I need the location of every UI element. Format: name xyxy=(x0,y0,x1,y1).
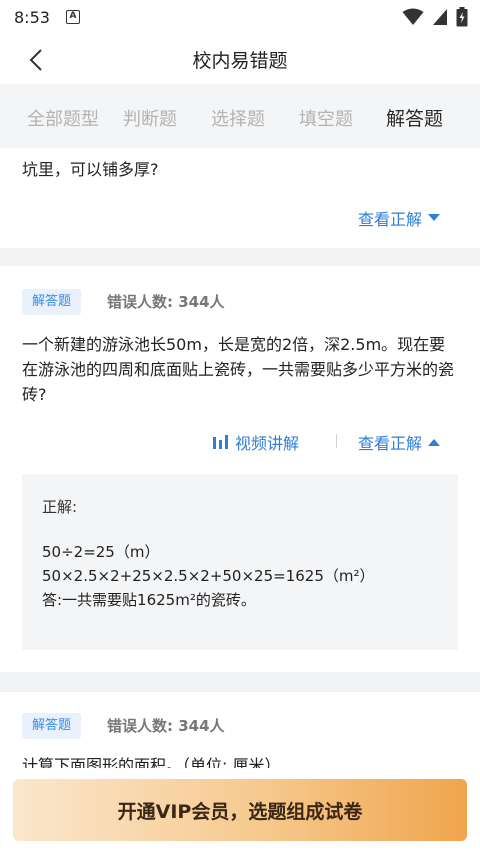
question-type-tabs: 全部题型 判断题 选择题 填空题 解答题 xyxy=(0,84,480,148)
view-answer-label: 查看正解 xyxy=(358,210,423,229)
battery-icon xyxy=(456,7,468,27)
chevron-left-icon xyxy=(29,49,42,71)
status-icons xyxy=(402,7,468,27)
status-bar: 8:53 A xyxy=(0,0,480,34)
tab-multiple-choice[interactable]: 选择题 xyxy=(211,105,265,131)
wifi-icon xyxy=(402,8,424,25)
tab-fill-blank[interactable]: 填空题 xyxy=(299,105,353,131)
status-time: 8:53 xyxy=(14,7,50,27)
wrong-count: 错误人数: 344人 xyxy=(107,293,225,311)
answer-title: 正解: xyxy=(42,498,78,516)
answer-line: 答:一共需要贴1625m²的瓷砖。 xyxy=(42,591,256,609)
question-card: 解答题 错误人数: 344人 一个新建的游泳池长50m，长是宽的2倍，深2.5m… xyxy=(0,266,480,672)
footer-bar: 开通VIP会员，选题组成试卷 xyxy=(0,768,480,853)
view-answer-button[interactable]: 查看正解 xyxy=(358,206,441,230)
answer-line: 50÷2=25（m） xyxy=(42,543,160,561)
tab-all-types[interactable]: 全部题型 xyxy=(27,105,99,131)
question-card: 解答题 错误人数: 344人 计算下面图形的面积。（单位: 厘米） xyxy=(0,692,480,768)
answer-line: 50×2.5×2+25×2.5×2+50×25=1625（m²） xyxy=(42,567,375,585)
hide-answer-button[interactable]: 查看正解 xyxy=(358,430,441,454)
divider xyxy=(336,434,337,448)
question-list[interactable]: 坑里，可以铺多厚? 查看正解 解答题 错误人数: 344人 一个新建的游泳池长5… xyxy=(0,148,480,768)
back-button[interactable] xyxy=(22,46,50,74)
view-answer-label: 查看正解 xyxy=(358,434,423,453)
nav-bar: 校内易错题 xyxy=(0,34,480,84)
caret-down-icon xyxy=(428,214,441,221)
question-card: 坑里，可以铺多厚? 查看正解 xyxy=(0,148,480,248)
tab-true-false[interactable]: 判断题 xyxy=(123,105,177,131)
video-explanation-label: 视频讲解 xyxy=(235,434,300,453)
audio-bars-icon xyxy=(213,435,228,449)
question-text: 计算下面图形的面积。（单位: 厘米） xyxy=(22,756,281,768)
cellular-icon xyxy=(433,9,447,25)
question-type-tag: 解答题 xyxy=(22,713,82,739)
answer-panel: 正解: 50÷2=25（m） 50×2.5×2+25×2.5×2+50×25=1… xyxy=(22,474,458,650)
video-explanation-button[interactable]: 视频讲解 xyxy=(213,430,299,454)
question-text: 一个新建的游泳池长50m，长是宽的2倍，深2.5m。现在要在游泳池的四周和底面贴… xyxy=(22,335,455,404)
question-type-tag: 解答题 xyxy=(22,289,82,315)
page-title: 校内易错题 xyxy=(192,49,288,72)
wrong-count: 错误人数: 344人 xyxy=(107,717,225,735)
tab-problem-solving[interactable]: 解答题 xyxy=(386,104,443,131)
notification-icon: A xyxy=(65,10,80,24)
open-vip-button[interactable]: 开通VIP会员，选题组成试卷 xyxy=(13,779,467,841)
caret-up-icon xyxy=(428,439,441,446)
question-text: 坑里，可以铺多厚? xyxy=(22,160,159,179)
